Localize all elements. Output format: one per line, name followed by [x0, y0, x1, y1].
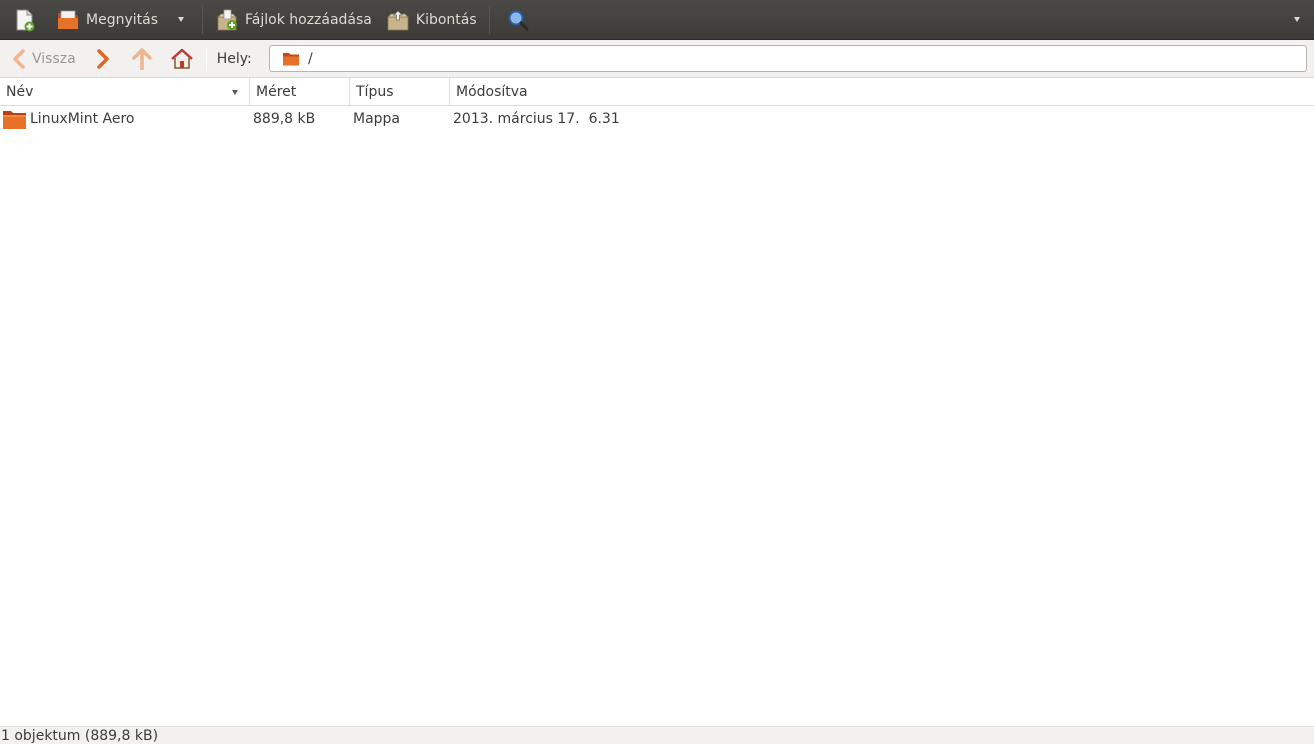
- search-button[interactable]: [502, 3, 540, 37]
- toolbar-separator: [202, 5, 203, 34]
- add-files-label: Fájlok hozzáadása: [245, 11, 372, 28]
- search-icon: [506, 8, 530, 32]
- new-document-icon: [12, 8, 36, 32]
- back-arrow-icon: [13, 48, 25, 69]
- column-header-size-label: Méret: [256, 83, 297, 100]
- open-button[interactable]: Megnyitás: [52, 3, 162, 37]
- extract-label: Kibontás: [415, 11, 477, 28]
- open-recent-dropdown[interactable]: [174, 3, 188, 37]
- column-headers: Név Méret Típus Módosítva: [0, 78, 1314, 106]
- column-header-size[interactable]: Méret: [250, 78, 350, 105]
- forward-arrow-icon: [96, 48, 109, 69]
- add-files-icon: [215, 8, 239, 32]
- forward-button[interactable]: [90, 44, 116, 74]
- main-toolbar: Megnyitás Fájlok hozzáadása Kibontás: [0, 0, 1314, 40]
- table-row[interactable]: LinuxMint Aero 889,8 kB Mappa 2013. márc…: [0, 106, 1314, 132]
- file-name: LinuxMint Aero: [30, 111, 135, 127]
- open-label: Megnyitás: [86, 11, 158, 28]
- extract-icon: [386, 8, 410, 32]
- column-header-type-label: Típus: [356, 83, 394, 100]
- new-archive-button[interactable]: [8, 3, 46, 37]
- extract-button[interactable]: Kibontás: [382, 3, 481, 37]
- home-button[interactable]: [164, 44, 200, 74]
- back-label: Vissza: [32, 50, 76, 67]
- sort-descending-icon: [232, 90, 238, 95]
- location-path-field[interactable]: /: [269, 45, 1307, 72]
- column-header-name[interactable]: Név: [0, 78, 250, 105]
- column-header-modified[interactable]: Módosítva: [450, 78, 1314, 105]
- location-bar: Vissza Hely: /: [0, 40, 1314, 78]
- chevron-down-icon: [1294, 17, 1300, 22]
- add-files-button[interactable]: Fájlok hozzáadása: [211, 3, 376, 37]
- column-header-modified-label: Módosítva: [456, 83, 528, 100]
- home-icon: [170, 48, 193, 69]
- location-label: Hely:: [216, 50, 252, 67]
- file-name-cell: LinuxMint Aero: [2, 106, 134, 132]
- file-size: 889,8 kB: [253, 111, 316, 127]
- chevron-down-icon: [178, 17, 184, 22]
- toolbar-overflow-menu[interactable]: [1290, 3, 1304, 37]
- location-path: /: [308, 50, 313, 67]
- open-folder-icon: [56, 8, 80, 32]
- folder-icon: [283, 52, 299, 65]
- column-header-type[interactable]: Típus: [350, 78, 450, 105]
- location-separator: [205, 46, 207, 71]
- file-modified-cell: 2013. március 17. 6.31: [453, 106, 620, 132]
- up-arrow-icon: [131, 47, 152, 70]
- file-modified: 2013. március 17. 6.31: [453, 111, 620, 127]
- up-button[interactable]: [126, 44, 158, 74]
- back-button[interactable]: Vissza: [6, 44, 82, 74]
- toolbar-separator: [488, 5, 490, 34]
- status-bar: 1 objektum (889,8 kB): [0, 726, 1314, 744]
- column-header-name-label: Név: [6, 83, 34, 100]
- file-list: LinuxMint Aero 889,8 kB Mappa 2013. márc…: [0, 106, 1314, 726]
- status-text: 1 objektum (889,8 kB): [1, 727, 159, 744]
- file-type: Mappa: [353, 111, 401, 127]
- folder-icon: [3, 111, 26, 129]
- file-type-cell: Mappa: [353, 106, 400, 132]
- file-size-cell: 889,8 kB: [253, 106, 315, 132]
